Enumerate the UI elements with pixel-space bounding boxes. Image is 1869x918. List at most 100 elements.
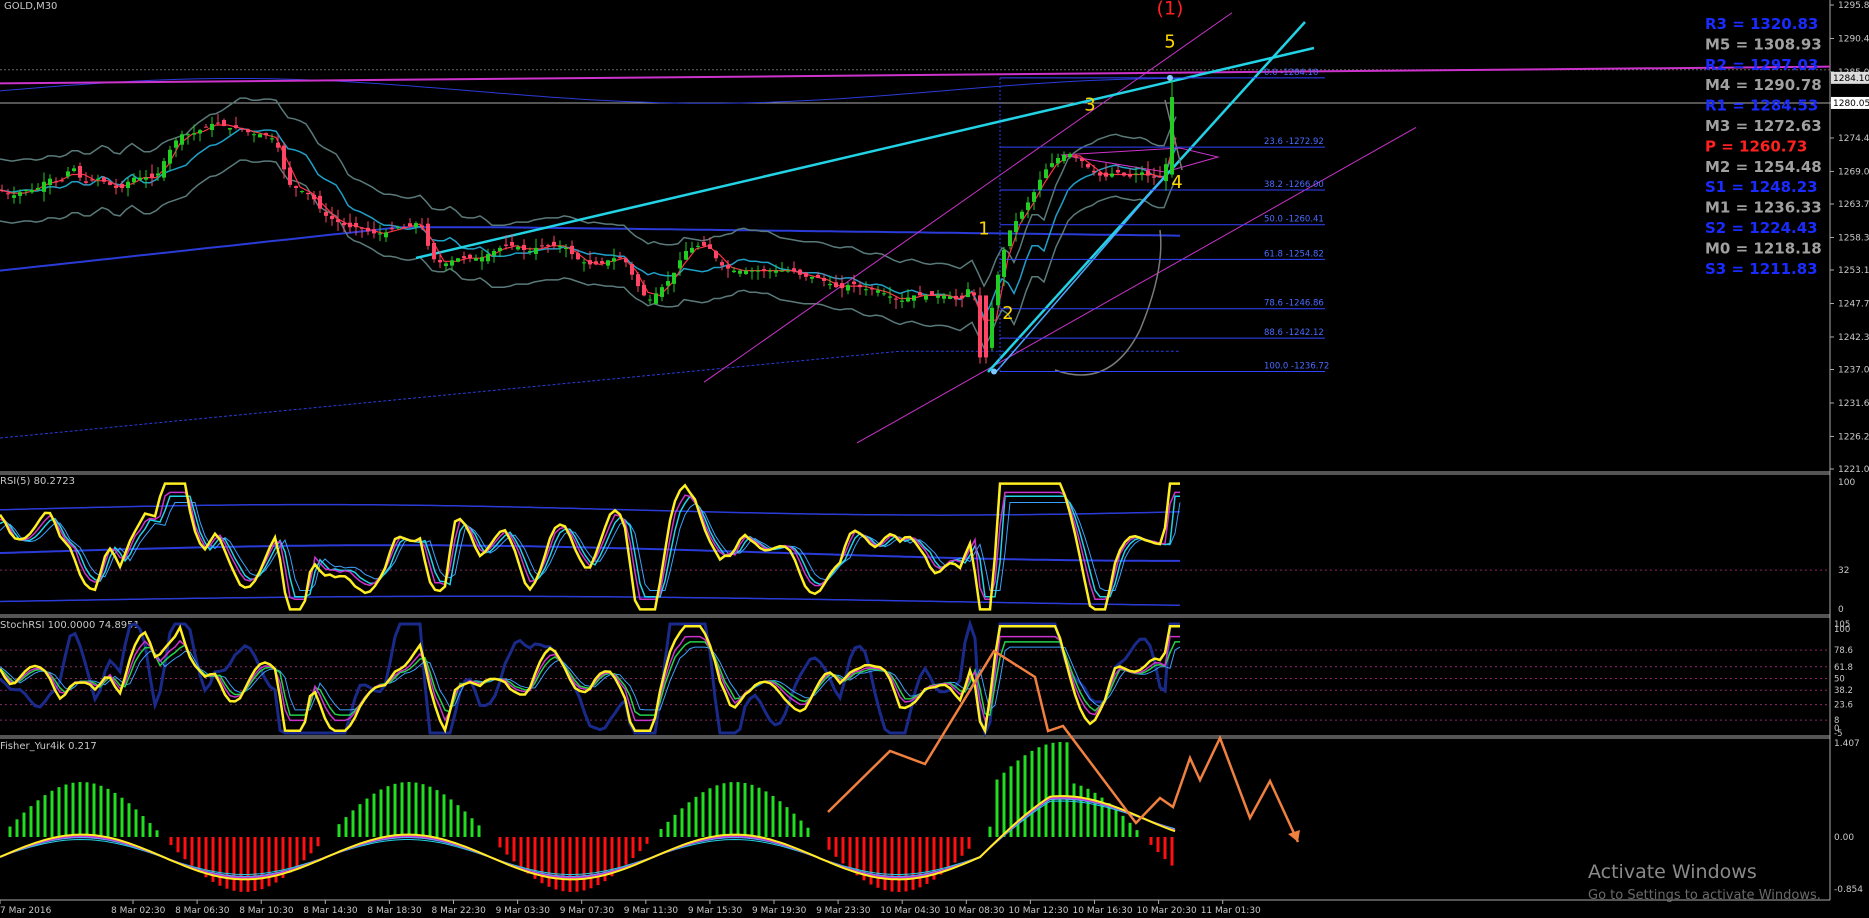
fisher-histogram-bar — [764, 791, 768, 837]
candle-body — [240, 128, 244, 130]
stoch-level-label: 100 — [1834, 625, 1850, 635]
fisher-level-zero: 0.00 — [1834, 833, 1854, 843]
fisher-histogram-bar — [834, 837, 838, 857]
fisher-histogram-bar — [806, 827, 810, 837]
candle-body — [246, 129, 250, 133]
candle-body — [1140, 172, 1144, 175]
fisher-histogram-bar — [232, 837, 236, 891]
candle-body — [516, 246, 520, 250]
fisher-histogram-bar — [344, 817, 348, 837]
fisher-histogram-bar — [1044, 744, 1048, 837]
candle-body — [1008, 230, 1012, 247]
fisher-histogram-bar — [624, 837, 628, 865]
candle-body — [228, 128, 232, 130]
candle-body — [1074, 156, 1078, 158]
candle-body — [564, 247, 568, 250]
fib-label: 88.6 -1242.12 — [1264, 328, 1324, 338]
pivot-m5: M5 = 1308.93 — [1705, 35, 1822, 53]
candle-body — [420, 225, 424, 228]
fisher-histogram-bar — [988, 826, 992, 837]
candle-body — [864, 289, 868, 291]
candle-body — [840, 283, 844, 289]
candle-body — [414, 223, 418, 228]
candle-body — [912, 295, 916, 301]
candle-body — [390, 228, 394, 230]
candle-body — [690, 247, 694, 253]
fisher-histogram-bar — [92, 783, 96, 837]
fisher-histogram-bar — [918, 837, 922, 888]
price-tick-label: 1226.25 — [1838, 432, 1869, 442]
candle-body — [900, 300, 904, 302]
candle-body — [906, 297, 910, 302]
candle-body — [792, 268, 796, 272]
candle-body — [708, 244, 712, 249]
candle-body — [822, 277, 826, 281]
candle-body — [1110, 173, 1114, 177]
trading-chart[interactable]: GOLD,M30 RSI(5) 80.2723 StochRSI 100.000… — [0, 0, 1869, 918]
stoch-level-label: -5 — [1834, 729, 1842, 739]
stoch-level-label: 78.6 — [1834, 646, 1853, 656]
fisher-histogram-bar — [372, 793, 376, 837]
candle-body — [876, 290, 880, 293]
candle-body — [18, 192, 22, 196]
stoch-level-label: 50 — [1834, 675, 1845, 685]
candle-body — [954, 295, 958, 300]
fisher-histogram-bar — [316, 837, 320, 847]
price-tick-label: 1295.85 — [1838, 1, 1869, 11]
fisher-histogram-bar — [253, 837, 257, 891]
candle-body — [762, 269, 766, 271]
fisher-histogram-bar — [1149, 837, 1153, 845]
candle-body — [114, 185, 118, 188]
candle-body — [798, 269, 802, 275]
candle-body — [12, 195, 16, 198]
time-tick-label: 8 Mar 14:30 — [303, 906, 358, 916]
wave-5-pivot — [1167, 74, 1173, 81]
candle-body — [210, 123, 214, 131]
candle-body — [276, 142, 280, 148]
candle-body — [810, 276, 814, 279]
candle-body — [198, 130, 202, 134]
fisher-histogram-bar — [442, 794, 446, 837]
time-tick-label: 8 Mar 06:30 — [175, 906, 230, 916]
time-tick-label: 8 Mar 10:30 — [239, 906, 294, 916]
candle-body — [78, 165, 82, 178]
candle-body — [486, 254, 490, 262]
candle-body — [606, 260, 610, 266]
pivot-s2: S2 = 1224.43 — [1705, 219, 1818, 237]
candle-body — [894, 298, 898, 300]
candle-body — [264, 133, 268, 136]
time-tick-label: 7 Mar 2016 — [0, 906, 52, 916]
candle-body — [456, 258, 460, 262]
fisher-histogram-bar — [694, 796, 698, 837]
fisher-histogram-bar — [582, 837, 586, 891]
fisher-histogram-bar — [568, 837, 572, 892]
candle-body — [216, 122, 220, 124]
fisher-histogram-bar — [519, 837, 523, 868]
pivot-m4: M4 = 1290.78 — [1705, 76, 1822, 94]
candle-body — [576, 253, 580, 260]
fisher-histogram-bar — [638, 837, 642, 852]
candle-body — [678, 260, 682, 269]
rsi-panel-title: RSI(5) 80.2723 — [0, 476, 75, 487]
price-tick-label: 1231.65 — [1838, 399, 1869, 409]
candle-body — [108, 182, 112, 185]
time-tick-label: 8 Mar 18:30 — [367, 906, 422, 916]
candle-body — [24, 190, 28, 192]
fisher-histogram-bar — [512, 837, 516, 862]
candle-body — [1098, 172, 1102, 176]
fisher-histogram-bar — [337, 824, 341, 837]
candle-body — [924, 295, 928, 300]
fisher-histogram-bar — [1023, 755, 1027, 837]
fisher-level-top: 1.407 — [1834, 739, 1860, 749]
fisher-histogram-bar — [827, 837, 831, 850]
fisher-histogram-bar — [1135, 830, 1139, 837]
fisher-histogram-bar — [127, 803, 131, 837]
candle-body — [402, 226, 406, 228]
candle-body — [1062, 154, 1066, 162]
candle-body — [630, 264, 634, 275]
time-tick-label: 10 Mar 16:30 — [1073, 906, 1133, 916]
wave-label: 5 — [1164, 31, 1175, 52]
fisher-histogram-bar — [120, 797, 124, 837]
fisher-histogram-bar — [148, 823, 152, 837]
fisher-histogram-bar — [1170, 837, 1174, 866]
